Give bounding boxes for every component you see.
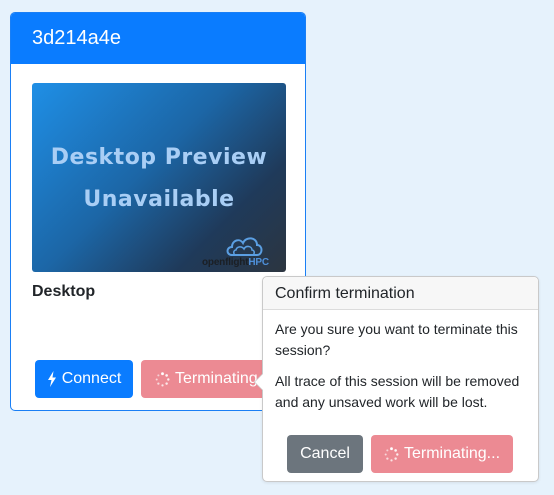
session-name: Desktop (32, 283, 96, 300)
connect-button-label: Connect (61, 370, 122, 387)
cancel-button-label: Cancel (300, 445, 350, 462)
cancel-button[interactable]: Cancel (287, 435, 363, 473)
preview-unavailable-line2: Unavailable (83, 187, 235, 212)
confirm-terminate-button-label: Terminating... (403, 445, 501, 462)
connect-button[interactable]: Connect (35, 360, 133, 398)
confirm-terminate-button[interactable]: Terminating... (371, 435, 513, 473)
desktop-preview-image: Desktop Preview Unavailable openflightHP… (32, 83, 286, 272)
popover-message-warning: All trace of this session will be remove… (275, 373, 520, 410)
popover-title: Confirm termination (263, 277, 538, 310)
lightning-bolt-icon (47, 371, 56, 387)
spinner-icon (384, 446, 399, 461)
openflight-logo: openflightHPC (202, 257, 269, 268)
preview-unavailable-line1: Desktop Preview (50, 145, 268, 170)
popover-message-confirm: Are you sure you want to terminate this … (275, 321, 518, 358)
logo-suffix: HPC (248, 257, 269, 268)
confirm-termination-popover: Confirm termination Are you sure you wan… (254, 276, 539, 482)
session-id-header: 3d214a4e (11, 13, 305, 64)
logo-brand: openflight (202, 257, 249, 268)
popover-body: Are you sure you want to terminate this … (263, 310, 538, 413)
spinner-icon (155, 371, 170, 386)
popover-arrow (254, 373, 263, 391)
